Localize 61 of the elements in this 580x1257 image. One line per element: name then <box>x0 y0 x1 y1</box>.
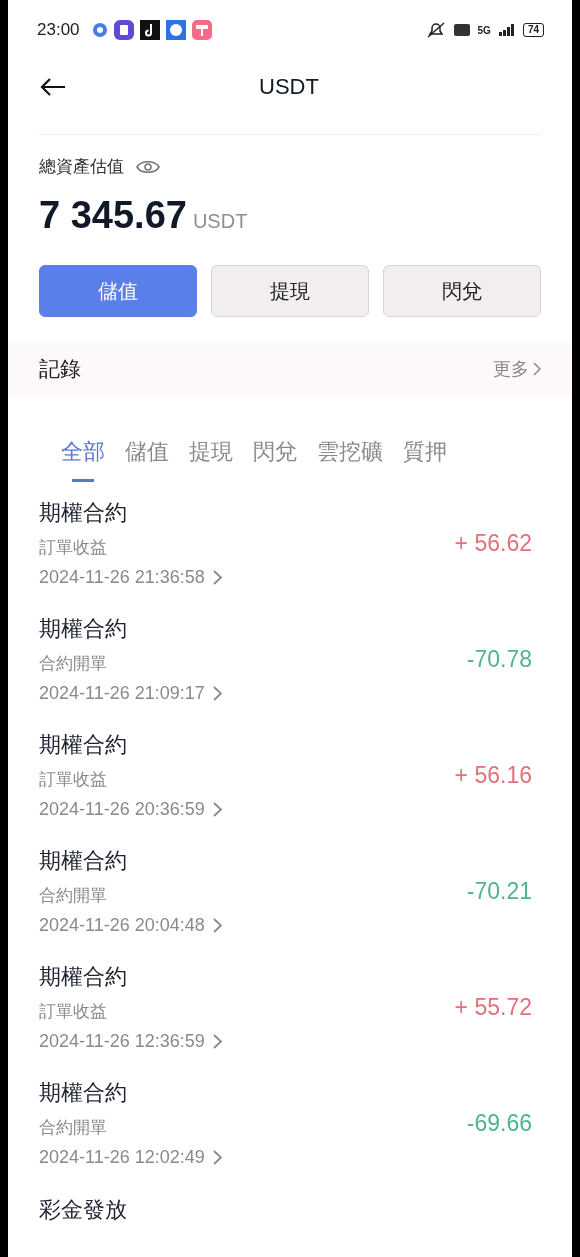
chevron-right-icon <box>212 1150 222 1165</box>
app-notification-icon <box>165 20 186 40</box>
chevron-right-icon <box>533 362 541 376</box>
currency-unit: USDT <box>192 210 248 233</box>
filter-tab[interactable]: 閃兌 <box>245 429 305 485</box>
filter-tab[interactable]: 全部 <box>53 429 113 485</box>
transaction-time-link[interactable]: 2024-11-26 20:04:48 <box>39 915 467 936</box>
chevron-right-icon <box>212 802 222 817</box>
transaction-amount: -69.66 <box>466 1109 532 1137</box>
chevron-right-icon <box>212 686 222 701</box>
transaction-amount: -70.21 <box>466 877 532 905</box>
filter-tab[interactable]: 雲挖礦 <box>309 429 391 485</box>
mute-icon <box>425 22 446 38</box>
network-type: 5G <box>477 24 491 36</box>
transaction-time-link[interactable]: 2024-11-26 12:36:59 <box>39 1031 455 1052</box>
transaction-type: 訂單收益 <box>39 1001 108 1023</box>
transaction-type: 訂單收益 <box>39 769 108 791</box>
transaction-type: 訂單收益 <box>39 537 108 559</box>
balance-label: 總資產估值 <box>39 156 124 178</box>
transaction-title: 期權合約 <box>39 963 128 991</box>
signal-icon <box>498 24 515 36</box>
section-title: 記錄 <box>39 356 81 382</box>
transaction-time-link[interactable]: 2024-11-26 12:02:49 <box>39 1147 467 1168</box>
filter-tab[interactable]: 質押 <box>395 429 455 485</box>
chevron-right-icon <box>212 1034 222 1049</box>
filter-tab[interactable]: 儲值 <box>117 429 177 485</box>
more-link[interactable]: 更多 <box>493 357 541 381</box>
transaction-title: 期權合約 <box>39 1079 128 1107</box>
transaction-time-link[interactable]: 2024-11-26 20:36:59 <box>39 799 455 820</box>
battery-icon: 74 <box>522 23 544 37</box>
back-button[interactable] <box>39 77 67 97</box>
hd-icon <box>453 24 470 36</box>
transaction-type: 合約開單 <box>39 885 108 907</box>
app-notification-icon <box>91 22 108 38</box>
transaction-time-link[interactable]: 2024-11-26 21:36:58 <box>39 567 455 588</box>
transaction-amount: + 56.62 <box>454 529 532 557</box>
transaction-type: 合約開單 <box>39 1117 108 1139</box>
app-notification-icon <box>191 20 212 40</box>
transaction-amount: -70.78 <box>466 645 532 673</box>
eye-icon[interactable] <box>136 158 160 175</box>
transaction-type: 合約開單 <box>39 653 108 675</box>
transaction-title: 期權合約 <box>39 499 128 527</box>
transaction-title: 期權合約 <box>39 615 128 643</box>
chevron-right-icon <box>212 570 222 585</box>
action-button[interactable]: 儲值 <box>39 265 197 317</box>
action-button[interactable]: 提現 <box>211 265 369 317</box>
transaction-title: 期權合約 <box>39 847 128 875</box>
transaction-title: 期權合約 <box>39 731 128 759</box>
status-time: 23:00 <box>37 20 80 40</box>
transaction-time-link[interactable]: 2024-11-26 21:09:17 <box>39 683 467 704</box>
transaction-amount: + 56.16 <box>454 761 532 789</box>
back-arrow-icon <box>39 77 67 97</box>
transaction-amount: + 55.72 <box>454 993 532 1021</box>
page-title: USDT <box>258 74 320 100</box>
app-notification-icon <box>139 20 160 40</box>
app-notification-icon <box>113 20 134 40</box>
chevron-right-icon <box>212 918 222 933</box>
action-button[interactable]: 閃兌 <box>383 265 541 317</box>
balance-amount: 7 345.67 <box>39 194 187 237</box>
filter-tab[interactable]: 提現 <box>181 429 241 485</box>
transaction-title: 彩金發放 <box>39 1196 128 1224</box>
